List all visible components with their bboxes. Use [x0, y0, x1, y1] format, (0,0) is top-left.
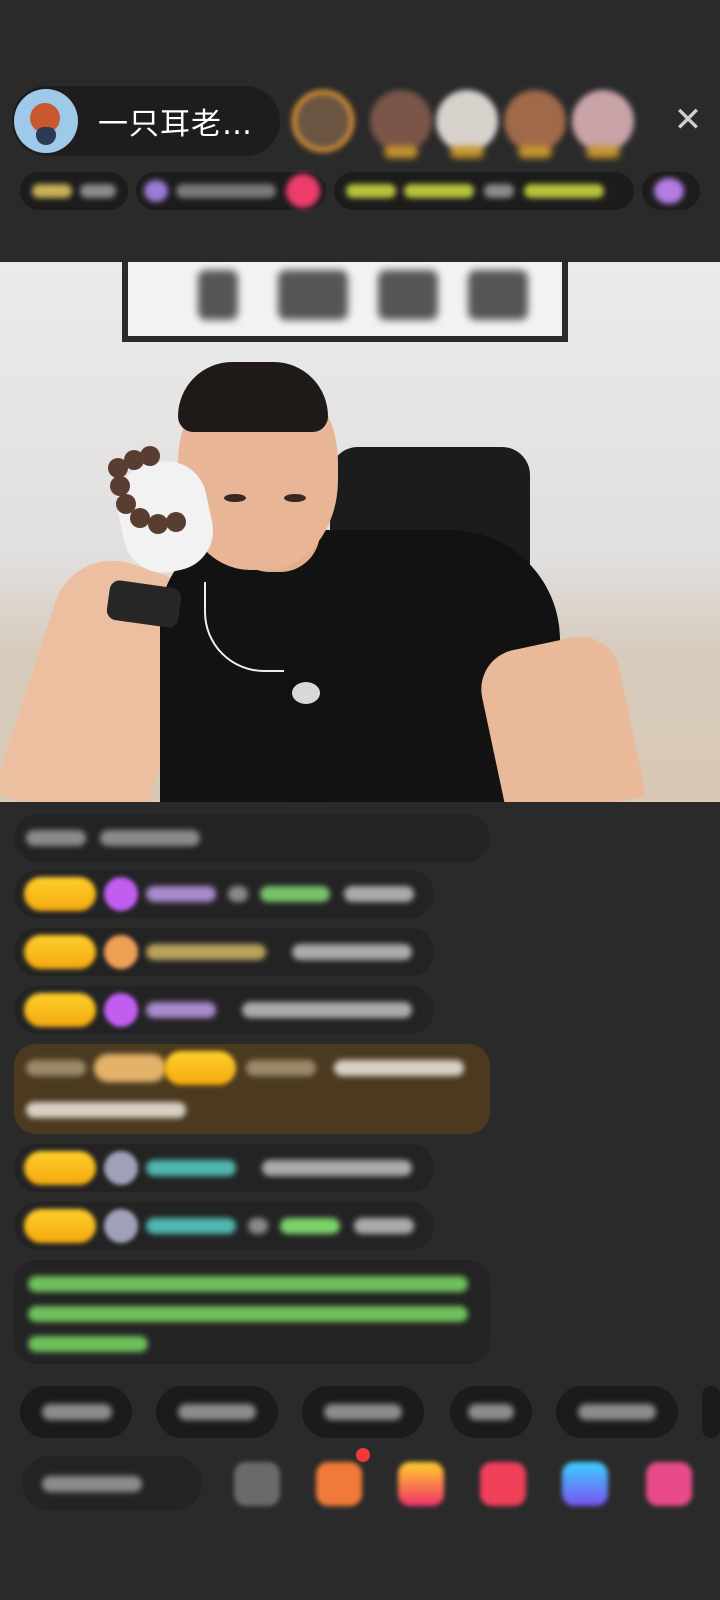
heart-icon[interactable]	[480, 1462, 526, 1506]
live-video[interactable]	[0, 262, 720, 802]
viewer-avatar[interactable]	[572, 90, 634, 158]
host-info-pill[interactable]: 一只耳老…	[12, 86, 280, 156]
gift-icon[interactable]	[398, 1462, 444, 1506]
level-badge	[24, 1209, 96, 1243]
level-badge	[24, 993, 96, 1027]
level-badge	[24, 877, 96, 911]
quick-reply-chip[interactable]	[156, 1386, 278, 1438]
extra-badge-chip[interactable]	[642, 172, 700, 210]
host-avatar[interactable]	[14, 89, 78, 153]
treasure-icon[interactable]	[316, 1462, 362, 1506]
chat-message[interactable]	[14, 1144, 434, 1192]
chat-message[interactable]	[14, 814, 490, 862]
level-badge	[24, 1151, 96, 1185]
level-badge	[164, 1051, 236, 1085]
viewer-avatar[interactable]	[436, 90, 498, 158]
more-icon[interactable]	[234, 1462, 280, 1506]
game-icon[interactable]	[562, 1462, 608, 1506]
close-icon[interactable]: ✕	[670, 102, 706, 138]
hot-rank-chip[interactable]	[20, 172, 128, 210]
fan-badge	[104, 935, 138, 969]
level-badge	[24, 935, 96, 969]
host-name: 一只耳老…	[98, 107, 253, 142]
fans-club-chip[interactable]	[136, 172, 326, 210]
shop-icon[interactable]	[646, 1462, 692, 1506]
system-notice	[14, 1260, 490, 1364]
fan-badge	[104, 993, 138, 1027]
viewer-avatar[interactable]	[370, 90, 432, 158]
quick-reply-chip[interactable]	[702, 1386, 720, 1438]
chat-input[interactable]	[22, 1456, 202, 1510]
viewer-avatar[interactable]	[504, 90, 566, 158]
vip-entrance-message[interactable]	[14, 1044, 490, 1134]
notification-dot	[356, 1448, 370, 1462]
fan-badge	[104, 1209, 138, 1243]
viewer-avatar[interactable]	[292, 90, 354, 152]
quick-reply-chip[interactable]	[556, 1386, 678, 1438]
wall-painting	[122, 262, 568, 342]
chat-message[interactable]	[14, 870, 434, 918]
quick-reply-chip[interactable]	[302, 1386, 424, 1438]
quick-reply-chip[interactable]	[450, 1386, 532, 1438]
quick-reply-chip[interactable]	[20, 1386, 132, 1438]
fan-badge	[104, 877, 138, 911]
chat-message[interactable]	[14, 1202, 434, 1250]
microphone	[284, 614, 328, 802]
tags-chip[interactable]	[334, 172, 634, 210]
streamer-arm	[473, 629, 647, 802]
chat-message[interactable]	[14, 928, 434, 976]
fan-badge	[104, 1151, 138, 1185]
stream-info-row	[20, 172, 700, 218]
chat-message[interactable]	[14, 986, 434, 1034]
